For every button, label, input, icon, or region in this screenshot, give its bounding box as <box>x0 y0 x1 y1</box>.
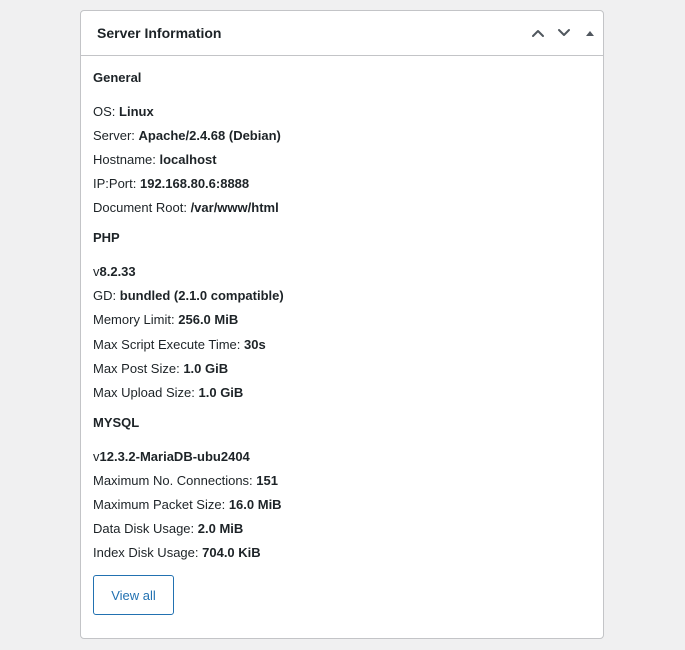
info-value: 256.0 MiB <box>178 312 239 327</box>
info-label: Max Post Size: <box>93 361 180 376</box>
info-value: 704.0 KiB <box>202 545 261 560</box>
widget-header: Server Information <box>81 11 603 56</box>
info-value: 8.2.33 <box>99 264 136 279</box>
info-label: Memory Limit: <box>93 312 175 327</box>
info-label: Max Upload Size: <box>93 385 195 400</box>
info-value: 151 <box>256 473 278 488</box>
info-row-mysql-version: v12.3.2-MariaDB-ubu2404 <box>93 449 250 464</box>
info-label: GD: <box>93 288 117 303</box>
info-label: Index Disk Usage: <box>93 545 199 560</box>
info-value: 30s <box>244 337 266 352</box>
info-row-max-upload-size: Max Upload Size: 1.0 GiB <box>93 385 243 400</box>
info-row-gd: GD: bundled (2.1.0 compatible) <box>93 288 284 303</box>
info-row-data-disk-usage: Data Disk Usage: 2.0 MiB <box>93 521 243 536</box>
info-label: Maximum No. Connections: <box>93 473 253 488</box>
info-value: bundled (2.1.0 compatible) <box>119 288 284 303</box>
toggle-panel-button[interactable] <box>577 15 603 51</box>
info-label: Server: <box>93 128 135 143</box>
info-row-ip-port: IP:Port: 192.168.80.6:8888 <box>93 176 249 191</box>
move-down-button[interactable] <box>551 15 577 51</box>
info-row-server: Server: Apache/2.4.68 (Debian) <box>93 128 281 143</box>
info-label: Maximum Packet Size: <box>93 497 226 512</box>
server-information-widget: Server Information General OS: Linux Ser… <box>80 10 604 639</box>
chevron-down-icon <box>558 29 570 36</box>
info-label: Hostname: <box>93 152 156 167</box>
info-row-php-version: v8.2.33 <box>93 264 136 279</box>
info-label: Max Script Execute Time: <box>93 337 241 352</box>
info-label: Document Root: <box>93 200 187 215</box>
info-value: localhost <box>159 152 217 167</box>
info-value: 1.0 GiB <box>198 385 244 400</box>
info-row-memory-limit: Memory Limit: 256.0 MiB <box>93 312 238 327</box>
section-heading-general: General <box>93 70 142 85</box>
view-all-button[interactable]: View all <box>93 575 174 615</box>
info-value: Apache/2.4.68 (Debian) <box>138 128 281 143</box>
info-row-hostname: Hostname: localhost <box>93 152 217 167</box>
widget-handle-actions <box>525 11 603 55</box>
info-row-max-execute-time: Max Script Execute Time: 30s <box>93 337 266 352</box>
widget-title: Server Information <box>97 25 222 41</box>
info-row-os: OS: Linux <box>93 104 154 119</box>
info-label: OS: <box>93 104 116 119</box>
chevron-up-icon <box>532 30 544 37</box>
info-label: IP:Port: <box>93 176 137 191</box>
section-heading-mysql: MYSQL <box>93 415 140 430</box>
info-row-max-packet-size: Maximum Packet Size: 16.0 MiB <box>93 497 282 512</box>
section-heading-php: PHP <box>93 230 120 245</box>
info-row-max-post-size: Max Post Size: 1.0 GiB <box>93 361 228 376</box>
info-row-document-root: Document Root: /var/www/html <box>93 200 279 215</box>
move-up-button[interactable] <box>525 15 551 51</box>
info-value: 2.0 MiB <box>197 521 244 536</box>
info-value: /var/www/html <box>190 200 279 215</box>
triangle-up-icon <box>586 31 594 36</box>
info-label: Data Disk Usage: <box>93 521 195 536</box>
info-value: 12.3.2-MariaDB-ubu2404 <box>99 449 250 464</box>
info-value: 1.0 GiB <box>183 361 229 376</box>
info-value: 192.168.80.6:8888 <box>139 176 250 191</box>
info-row-max-connections: Maximum No. Connections: 151 <box>93 473 278 488</box>
info-value: 16.0 MiB <box>228 497 282 512</box>
info-row-index-disk-usage: Index Disk Usage: 704.0 KiB <box>93 545 261 560</box>
info-value: Linux <box>119 104 154 119</box>
